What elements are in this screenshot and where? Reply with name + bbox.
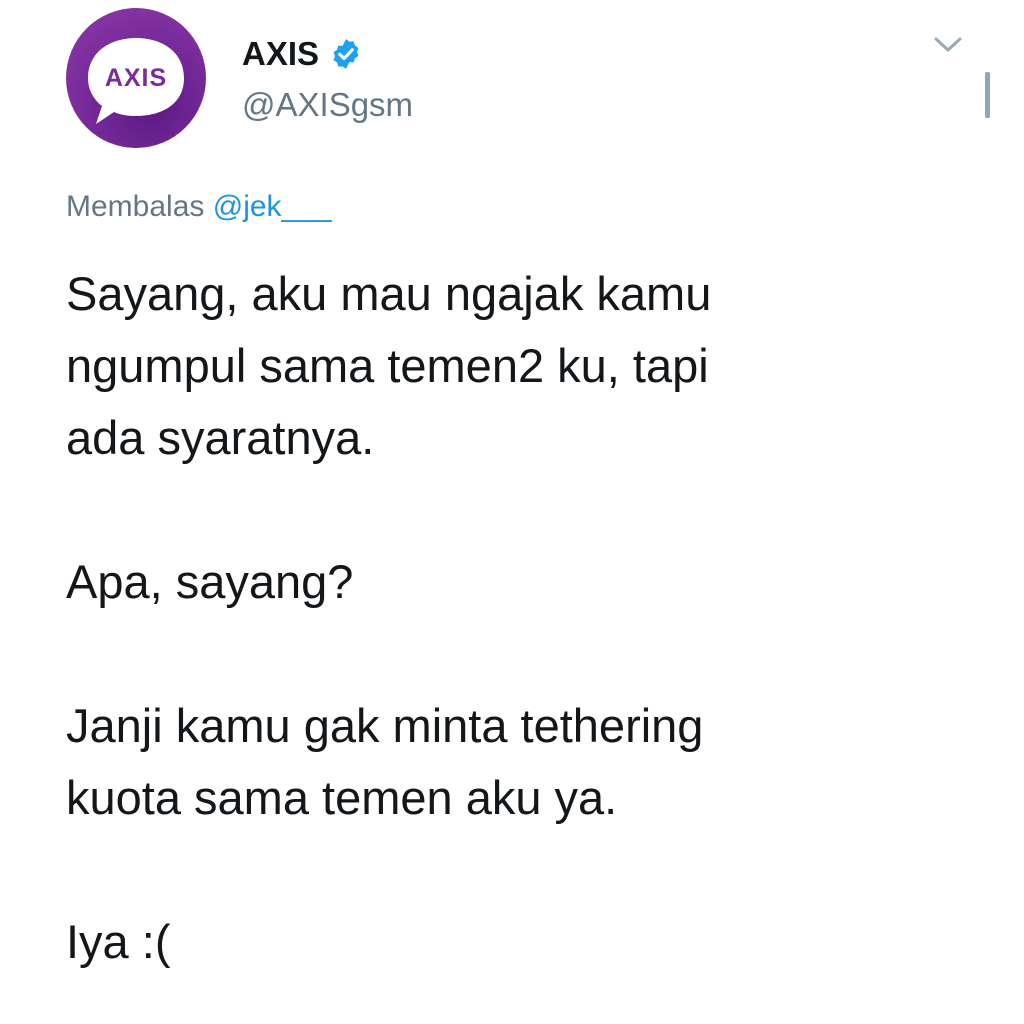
avatar[interactable]: AXIS bbox=[66, 8, 206, 148]
verified-badge-icon bbox=[333, 39, 359, 69]
scrollbar[interactable] bbox=[985, 72, 990, 118]
tweet-paragraph: Iya :( bbox=[66, 915, 171, 968]
chevron-down-icon[interactable] bbox=[932, 34, 964, 56]
tweet-paragraph: Sayang, aku mau ngajak kamu ngumpul sama… bbox=[66, 267, 712, 464]
display-name[interactable]: AXIS bbox=[242, 35, 319, 73]
reply-mention-link[interactable]: @jek___ bbox=[213, 190, 332, 223]
reply-context: Membalas @jek___ bbox=[66, 190, 332, 224]
avatar-logo-text: AXIS bbox=[104, 64, 168, 92]
tweet-text: Sayang, aku mau ngajak kamu ngumpul sama… bbox=[66, 258, 946, 978]
tweet-paragraph: Apa, sayang? bbox=[66, 555, 354, 608]
reply-prefix: Membalas bbox=[66, 190, 205, 223]
author-name-row[interactable]: AXIS bbox=[242, 30, 363, 78]
tweet-paragraph: Janji kamu gak minta tethering kuota sam… bbox=[66, 699, 704, 824]
author-handle[interactable]: @AXISgsm bbox=[242, 86, 413, 124]
